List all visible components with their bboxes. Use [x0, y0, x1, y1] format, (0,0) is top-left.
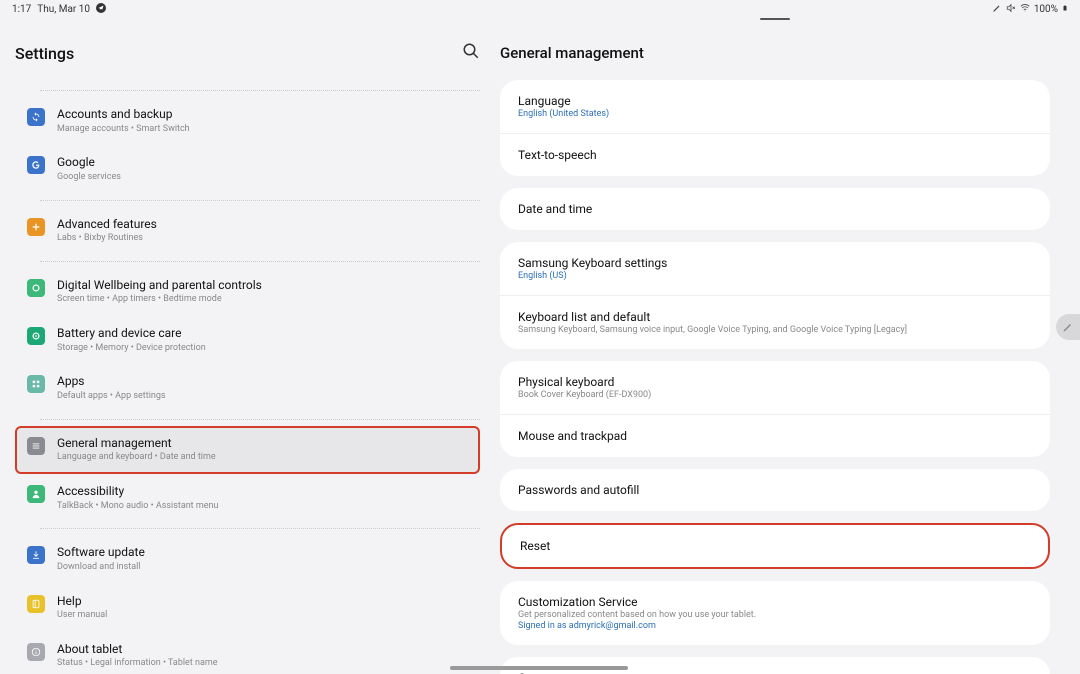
status-time: 1:17: [12, 4, 31, 15]
setting-mouse-and-trackpad[interactable]: Mouse and trackpad: [500, 415, 1050, 457]
sidebar-item-title: Accessibility: [57, 484, 468, 500]
sidebar-item-title: Software update: [57, 545, 468, 561]
sidebar-item-subtitle: User manual: [57, 610, 468, 622]
sidebar-item-subtitle: Screen time • App timers • Bedtime mode: [57, 294, 468, 306]
bars-icon: [27, 437, 45, 455]
card-subtitle: Book Cover Keyboard (EF-DX900): [518, 390, 1032, 400]
grid-icon: [27, 375, 45, 393]
scrollbar-horizontal[interactable]: [450, 666, 628, 670]
sidebar-item-subtitle: Manage accounts • Smart Switch: [57, 124, 468, 136]
settings-sidebar: Settings Accounts and backup Manage acco…: [0, 18, 495, 674]
setting-passwords-and-autofill[interactable]: Passwords and autofill: [500, 469, 1050, 511]
setting-text-to-speech[interactable]: Text-to-speech: [500, 134, 1050, 176]
card-title: Reset: [520, 539, 1030, 553]
sidebar-item-subtitle: Labs • Bixby Routines: [57, 233, 468, 245]
sidebar-item-title: About tablet: [57, 642, 468, 658]
sidebar-item-subtitle: Google services: [57, 172, 468, 184]
sidebar-item-accessibility[interactable]: Accessibility TalkBack • Mono audio • As…: [15, 474, 480, 522]
sidebar-item-help[interactable]: Help User manual: [15, 584, 480, 632]
pen-icon: [992, 3, 1002, 16]
sidebar-item-battery-and-device-care[interactable]: Battery and device care Storage • Memory…: [15, 316, 480, 364]
setting-reset[interactable]: Reset: [502, 525, 1048, 567]
sidebar-item-title: Accounts and backup: [57, 107, 468, 123]
card-group: Passwords and autofill: [500, 469, 1050, 511]
sidebar-item-apps[interactable]: Apps Default apps • App settings: [15, 364, 480, 412]
help-icon: [27, 595, 45, 613]
card-title: Mouse and trackpad: [518, 429, 1032, 443]
card-title: Samsung Keyboard settings: [518, 256, 1032, 270]
sidebar-item-title: Help: [57, 594, 468, 610]
sidebar-item-general-management[interactable]: General management Language and keyboard…: [15, 426, 480, 474]
card-group: Date and time: [500, 188, 1050, 230]
card-group: Samsung Keyboard settingsEnglish (US)Key…: [500, 242, 1050, 349]
plus-icon: [27, 218, 45, 236]
card-title: Date and time: [518, 202, 1032, 216]
ring-icon: [27, 327, 45, 345]
telegram-icon: [96, 3, 106, 16]
sidebar-item-subtitle: Language and keyboard • Date and time: [57, 452, 468, 464]
sidebar-item-subtitle: Status • Legal information • Tablet name: [57, 658, 468, 670]
sidebar-item-title: Apps: [57, 374, 468, 390]
card-title: Customization Service: [518, 595, 1032, 609]
sidebar-item-digital-wellbeing-and-parental-controls[interactable]: Digital Wellbeing and parental controls …: [15, 268, 480, 316]
card-link: English (US): [518, 271, 1032, 281]
sidebar-item-title: General management: [57, 436, 468, 452]
sidebar-item-subtitle: Storage • Memory • Device protection: [57, 343, 468, 355]
card-group: Physical keyboardBook Cover Keyboard (EF…: [500, 361, 1050, 457]
setting-language[interactable]: LanguageEnglish (United States): [500, 80, 1050, 134]
edit-fab[interactable]: [1056, 314, 1080, 340]
download-icon: [27, 546, 45, 564]
setting-date-and-time[interactable]: Date and time: [500, 188, 1050, 230]
status-date: Thu, Mar 10: [37, 4, 90, 15]
sidebar-item-google[interactable]: Google Google services: [15, 145, 480, 193]
wifi-icon: [1020, 3, 1030, 16]
settings-title: Settings: [15, 44, 74, 63]
mute-icon: [1006, 3, 1016, 16]
card-group: LanguageEnglish (United States) Text-to-s…: [500, 80, 1050, 176]
person-icon: [27, 485, 45, 503]
sidebar-item-accounts-and-backup[interactable]: Accounts and backup Manage accounts • Sm…: [15, 97, 480, 145]
card-group: Customization ServiceGet personalized co…: [500, 581, 1050, 645]
battery-percent: 100%: [1034, 4, 1058, 15]
card-link: English (United States): [518, 109, 1032, 119]
sidebar-item-advanced-features[interactable]: Advanced features Labs • Bixby Routines: [15, 207, 480, 255]
battery-icon: [1062, 3, 1068, 16]
sidebar-item-about-tablet[interactable]: About tablet Status • Legal information …: [15, 632, 480, 674]
setting-physical-keyboard[interactable]: Physical keyboardBook Cover Keyboard (EF…: [500, 361, 1050, 415]
card-title: Text-to-speech: [518, 148, 1032, 162]
card-group: Reset: [500, 523, 1050, 569]
setting-keyboard-list-and-default[interactable]: Keyboard list and defaultSamsung Keyboar…: [500, 296, 1050, 349]
sidebar-item-title: Google: [57, 155, 468, 171]
card-title: Language: [518, 94, 1032, 108]
circle-icon: [27, 279, 45, 297]
search-icon[interactable]: [462, 42, 480, 64]
sidebar-item-title: Digital Wellbeing and parental controls: [57, 278, 468, 294]
sidebar-item-subtitle: Download and install: [57, 562, 468, 574]
sync-icon: [27, 108, 45, 126]
card-subtitle: Get personalized content based on how yo…: [518, 610, 1032, 620]
info-icon: [27, 643, 45, 661]
detail-title: General management: [500, 20, 1050, 80]
sidebar-item-title: Battery and device care: [57, 326, 468, 342]
card-link: Signed in as admyrick@gmail.com: [518, 621, 1032, 631]
sidebar-item-title: Advanced features: [57, 217, 468, 233]
detail-panel: General management LanguageEnglish (Unit…: [495, 18, 1080, 674]
status-bar: 1:17 Thu, Mar 10 100%: [0, 0, 1080, 18]
sidebar-item-subtitle: TalkBack • Mono audio • Assistant menu: [57, 501, 468, 513]
sidebar-item-subtitle: Default apps • App settings: [57, 391, 468, 403]
card-title: Physical keyboard: [518, 375, 1032, 389]
google-icon: [27, 156, 45, 174]
sidebar-item-software-update[interactable]: Software update Download and install: [15, 535, 480, 583]
card-title: Passwords and autofill: [518, 483, 1032, 497]
card-title: Keyboard list and default: [518, 310, 1032, 324]
setting-customization-service[interactable]: Customization ServiceGet personalized co…: [500, 581, 1050, 645]
setting-samsung-keyboard-settings[interactable]: Samsung Keyboard settingsEnglish (US): [500, 242, 1050, 296]
card-subtitle: Samsung Keyboard, Samsung voice input, G…: [518, 325, 1032, 335]
